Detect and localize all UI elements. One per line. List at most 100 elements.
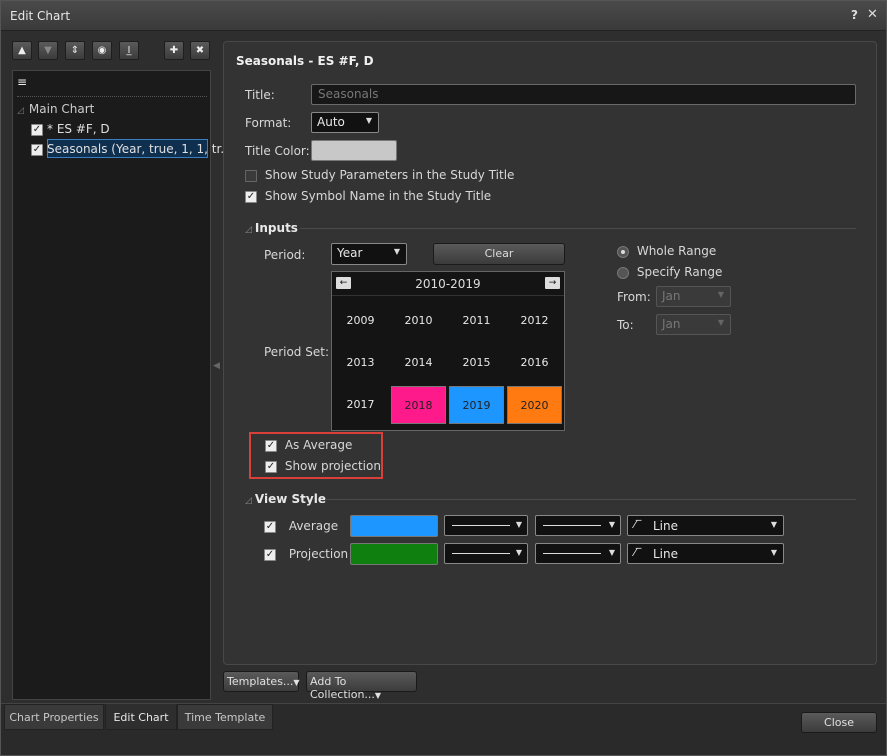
checkbox-icon[interactable]: ✓ xyxy=(31,123,43,136)
year-cell[interactable]: 2019 xyxy=(449,386,504,424)
tab-time-template[interactable]: Time Template xyxy=(177,704,273,730)
dropdown-arrow-icon: ▼ xyxy=(374,691,382,700)
radio-icon[interactable] xyxy=(617,245,629,258)
year-cell[interactable]: 2011 xyxy=(449,302,504,340)
as-average-label: As Average xyxy=(284,438,353,452)
chevron-down-icon: ▼ xyxy=(717,290,724,299)
show-symbol-row[interactable]: ✓ Show Symbol Name in the Study Title xyxy=(245,189,491,203)
clear-button[interactable]: Clear xyxy=(433,243,565,265)
format-select[interactable]: Auto ▼ xyxy=(311,112,379,133)
section-divider xyxy=(300,228,856,229)
x-icon: ✖ xyxy=(195,45,205,56)
help-icon[interactable]: ? xyxy=(851,8,858,22)
style-row-projection[interactable]: ✓ Projection xyxy=(264,547,348,561)
show-projection-label: Show projection xyxy=(284,459,381,473)
add-collection-label: Add To Collection... xyxy=(310,675,375,701)
line-sample xyxy=(452,553,510,554)
close-icon[interactable]: ✕ xyxy=(867,7,878,22)
as-average-row[interactable]: ✓ As Average xyxy=(265,438,352,452)
year-cell[interactable]: 2013 xyxy=(333,344,388,382)
year-cell[interactable]: 2014 xyxy=(391,344,446,382)
move-down-button[interactable]: ▼ xyxy=(38,41,58,60)
average-color-swatch[interactable] xyxy=(350,515,438,537)
checkbox-icon[interactable]: ✓ xyxy=(245,190,257,203)
insert-button[interactable]: I̲ xyxy=(119,41,139,60)
checkbox-icon[interactable]: ✓ xyxy=(264,520,276,533)
show-params-row[interactable]: Show Study Parameters in the Study Title xyxy=(245,168,514,182)
panel-heading: Seasonals - ES #F, D xyxy=(236,54,374,68)
chevron-down-icon: ▼ xyxy=(515,520,522,529)
plot-type-value: Line xyxy=(653,519,679,533)
chevron-down-icon: ▼ xyxy=(770,548,777,557)
list-icon[interactable]: ≡ xyxy=(17,75,27,89)
to-select[interactable]: Jan ▼ xyxy=(656,314,731,335)
remove-study-button[interactable]: ✖ xyxy=(190,41,210,60)
plot-type-select[interactable]: ⁄‾ Line ▼ xyxy=(627,515,784,536)
year-cell[interactable]: 2017 xyxy=(333,386,388,424)
style-row-average[interactable]: ✓ Average xyxy=(264,519,338,533)
checkbox-icon[interactable]: ✓ xyxy=(264,548,276,561)
specify-range-label: Specify Range xyxy=(636,265,723,279)
inputs-section-header[interactable]: ◿ Inputs xyxy=(245,221,298,235)
line-style-select[interactable]: ▼ xyxy=(535,515,621,536)
year-cell[interactable]: 2015 xyxy=(449,344,504,382)
period-set-label: Period Set: xyxy=(264,345,329,359)
checkbox-icon[interactable]: ✓ xyxy=(265,460,277,473)
splitter-collapse-icon[interactable]: ◀ xyxy=(213,361,220,371)
projection-color-swatch[interactable] xyxy=(350,543,438,565)
period-select[interactable]: Year ▼ xyxy=(331,243,407,265)
move-up-button[interactable]: ▲ xyxy=(12,41,32,60)
checkbox-icon[interactable]: ✓ xyxy=(265,439,277,452)
from-select[interactable]: Jan ▼ xyxy=(656,286,731,307)
line-style-select[interactable]: ▼ xyxy=(535,543,621,564)
checkbox-icon[interactable]: ✓ xyxy=(31,143,43,156)
reorder-button[interactable]: ⇕ xyxy=(65,41,85,60)
chevron-down-icon: ▼ xyxy=(608,548,615,557)
show-params-label: Show Study Parameters in the Study Title xyxy=(264,168,515,182)
checkbox-icon[interactable] xyxy=(245,169,257,182)
study-properties-panel: Seasonals - ES #F, D Title: Seasonals Fo… xyxy=(223,41,877,665)
templates-button[interactable]: Templates...▼ xyxy=(223,671,300,692)
inputs-section-title: Inputs xyxy=(254,221,298,235)
line-width-select[interactable]: ▼ xyxy=(444,543,528,564)
collapse-triangle-icon[interactable]: ◿ xyxy=(17,106,24,116)
visibility-button[interactable]: ◉ xyxy=(92,41,112,60)
tree-main-chart[interactable]: ◿ Main Chart xyxy=(17,102,94,116)
tree-item-seasonals[interactable]: ✓ Seasonals (Year, true, 1, 1, tr... xyxy=(31,142,232,156)
chevron-down-icon: ▼ xyxy=(770,520,777,529)
year-cell[interactable]: 2010 xyxy=(391,302,446,340)
year-cell[interactable]: 2018 xyxy=(391,386,446,424)
line-sample xyxy=(543,553,601,554)
year-cell[interactable]: 2020 xyxy=(507,386,562,424)
from-label: From: xyxy=(617,290,651,304)
arrow-right-icon[interactable]: → xyxy=(545,277,560,289)
view-style-section-header[interactable]: ◿ View Style xyxy=(245,492,326,506)
calendar-header: ← 2010-2019 → xyxy=(332,272,564,296)
chevron-down-icon: ▼ xyxy=(365,116,372,125)
title-color-swatch[interactable] xyxy=(311,140,397,161)
year-cell[interactable]: 2012 xyxy=(507,302,562,340)
arrow-down-icon: ▼ xyxy=(44,45,52,56)
add-study-button[interactable]: ✚ xyxy=(164,41,184,60)
year-cell[interactable]: 2016 xyxy=(507,344,562,382)
specify-range-option[interactable]: Specify Range xyxy=(617,265,722,279)
tree-item-es[interactable]: ✓ * ES #F, D xyxy=(31,122,110,136)
line-width-select[interactable]: ▼ xyxy=(444,515,528,536)
line-chart-icon: ⁄‾ xyxy=(634,546,642,559)
show-projection-row[interactable]: ✓ Show projection xyxy=(265,459,381,473)
tab-chart-properties[interactable]: Chart Properties xyxy=(4,704,104,730)
radio-icon[interactable] xyxy=(617,266,629,279)
year-cell[interactable]: 2009 xyxy=(333,302,388,340)
view-style-section-title: View Style xyxy=(254,492,326,506)
add-to-collection-button[interactable]: Add To Collection...▼ xyxy=(306,671,417,701)
up-down-icon: ⇕ xyxy=(70,45,80,56)
whole-range-option[interactable]: Whole Range xyxy=(617,244,716,258)
title-label: Title: xyxy=(245,88,275,102)
tree-item-label: Seasonals (Year, true, 1, 1, tr... xyxy=(47,142,232,156)
plot-type-select[interactable]: ⁄‾ Line ▼ xyxy=(627,543,784,564)
chevron-down-icon: ▼ xyxy=(608,520,615,529)
title-input[interactable]: Seasonals xyxy=(311,84,856,105)
close-button[interactable]: Close xyxy=(801,712,877,733)
line-sample xyxy=(452,525,510,526)
tab-edit-chart[interactable]: Edit Chart xyxy=(105,704,177,730)
